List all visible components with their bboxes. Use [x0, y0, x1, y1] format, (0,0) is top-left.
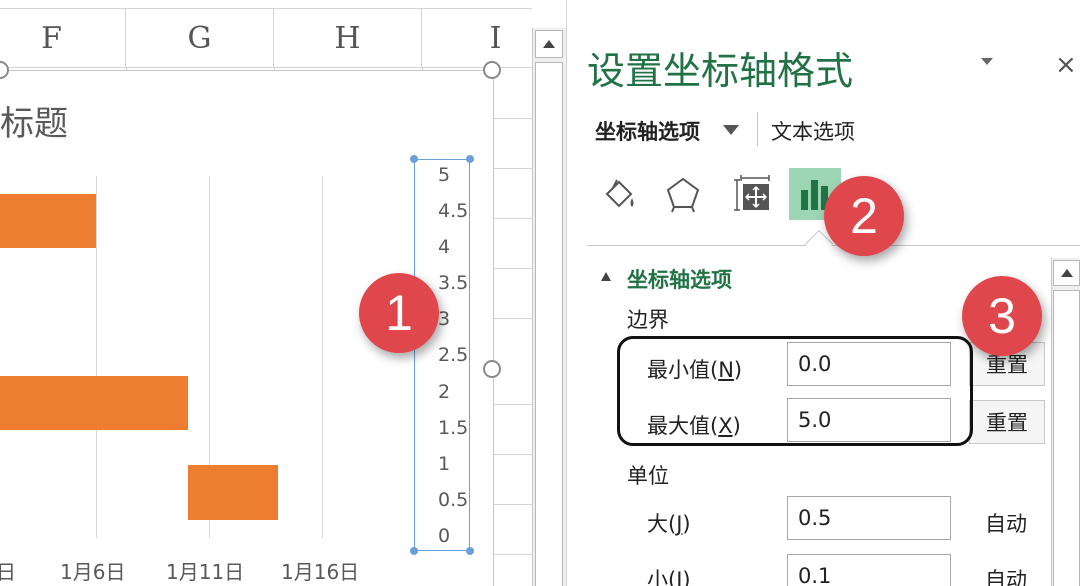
y-tick-label: 1.5: [438, 417, 469, 439]
x-tick-label: 日: [0, 560, 16, 584]
y-tick-label: 1: [438, 453, 451, 475]
dropdown-arrow-icon[interactable]: [723, 125, 739, 135]
tab-separator: [757, 112, 758, 146]
column-label-h: H: [334, 20, 361, 56]
sheet-vertical-scrollbar[interactable]: [532, 28, 566, 586]
chart-resize-handle-right[interactable]: [483, 360, 501, 378]
y-tick-label: 0.5: [438, 489, 469, 511]
axis-selection-handle[interactable]: [466, 155, 474, 163]
major-auto-label: 自动: [985, 512, 1027, 536]
callout-badge-2: 2: [824, 176, 904, 256]
section-axis-options[interactable]: 坐标轴选项: [627, 264, 732, 294]
tab-axis-options[interactable]: 坐标轴选项: [595, 116, 700, 146]
cell-gridline: [494, 454, 532, 455]
sheet-scroll-up-button[interactable]: [535, 30, 563, 58]
cell-gridline: [494, 318, 532, 319]
spreadsheet-area[interactable]: F G H I 标题 日 1月6日 1月11日 1月16日 5 4.5 4 3.…: [0, 0, 532, 586]
bounds-label: 边界: [627, 308, 669, 332]
chart-bar-2[interactable]: [0, 376, 188, 430]
pane-divider: [587, 245, 1080, 246]
fill-line-icon[interactable]: [595, 168, 647, 220]
y-tick-label: 4.5: [438, 200, 469, 222]
column-label-f: F: [41, 20, 62, 56]
column-header-f[interactable]: F: [0, 9, 126, 67]
y-tick-label: 2.5: [438, 344, 469, 366]
minor-label-paren: ): [682, 568, 691, 586]
pane-vertical-scrollbar[interactable]: [1051, 258, 1080, 586]
sheet-scroll-thumb[interactable]: [535, 62, 563, 586]
cell-gridline: [494, 218, 532, 219]
y-tick-label: 2: [438, 381, 451, 403]
minor-unit-input[interactable]: [787, 554, 951, 586]
bounds-highlight-annotation: [617, 336, 973, 446]
column-header-h[interactable]: H: [274, 9, 422, 67]
pane-title: 设置坐标轴格式: [587, 49, 854, 93]
cell-gridline: [494, 118, 532, 119]
x-tick-label: 1月6日: [60, 560, 126, 584]
column-header-g[interactable]: G: [126, 9, 274, 67]
y-tick-label: 4: [438, 236, 451, 258]
pane-scroll-up-button[interactable]: [1053, 260, 1080, 286]
major-unit-input[interactable]: [787, 496, 951, 540]
axis-selection-handle[interactable]: [466, 547, 474, 555]
pane-options-chevron-icon[interactable]: [981, 58, 993, 65]
axis-selection-handle[interactable]: [410, 155, 418, 163]
x-tick-label: 1月11日: [166, 560, 245, 584]
callout-badge-3: 3: [962, 276, 1042, 356]
axis-selection-handle[interactable]: [410, 547, 418, 555]
cell-gridline: [494, 168, 532, 169]
tab-text-options[interactable]: 文本选项: [771, 116, 855, 146]
size-properties-icon[interactable]: [727, 168, 779, 220]
collapse-triangle-icon[interactable]: [601, 272, 611, 281]
x-tick-label: 1月16日: [281, 560, 360, 584]
close-pane-button[interactable]: ×: [1055, 50, 1077, 80]
minor-label-text: 小(: [647, 568, 677, 586]
y-tick-label: 3: [438, 308, 451, 330]
minor-unit-label: 小(I): [647, 564, 691, 586]
arrow-up-icon: [543, 40, 555, 48]
column-label-g: G: [187, 20, 212, 56]
effects-pentagon-icon[interactable]: [657, 168, 709, 220]
column-label-i: I: [489, 20, 502, 56]
y-tick-label: 3.5: [438, 272, 469, 294]
minor-auto-label: 自动: [985, 568, 1027, 586]
callout-badge-1: 1: [359, 273, 439, 353]
major-label-paren: ): [682, 512, 691, 536]
units-label: 单位: [627, 464, 669, 488]
major-unit-label: 大(J): [647, 508, 691, 538]
cell-gridline: [494, 554, 532, 555]
major-label-text: 大(: [647, 512, 677, 536]
pane-scroll-thumb[interactable]: [1053, 290, 1080, 586]
column-header-i[interactable]: I: [422, 9, 532, 67]
cell-gridline: [494, 504, 532, 505]
chart-resize-handle-top-right[interactable]: [483, 61, 501, 79]
cell-gridline: [494, 404, 532, 405]
cell-gridline: [494, 268, 532, 269]
chart-gridline: [322, 176, 323, 538]
arrow-up-icon: [1060, 269, 1073, 277]
y-tick-label: 0: [438, 525, 451, 547]
chart-bar-1[interactable]: [0, 194, 96, 248]
header-bottom-border: [0, 67, 532, 68]
chart-title[interactable]: 标题: [0, 96, 68, 145]
chart-bar-3[interactable]: [188, 465, 278, 520]
chart-gridline: [96, 176, 97, 538]
max-reset-button[interactable]: 重置: [969, 400, 1045, 444]
y-tick-label: 5: [438, 164, 451, 186]
